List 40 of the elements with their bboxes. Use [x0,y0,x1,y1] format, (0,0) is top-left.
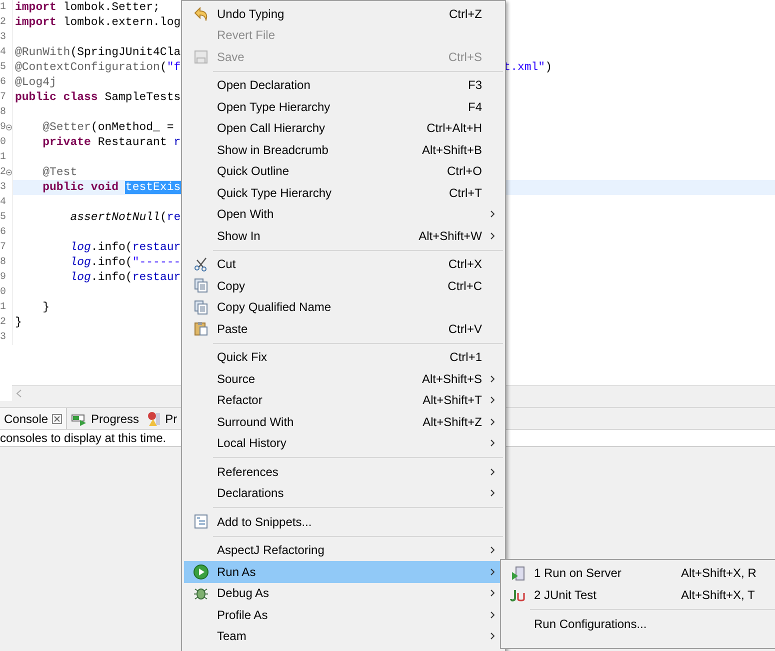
code-line: @Test [42,165,78,180]
line-number: 0 [0,288,6,298]
line-number: 7 [0,92,6,102]
line-number: 3 [0,32,6,42]
line-number: 3 [0,332,6,342]
line-number: 2 [0,168,6,178]
code-line: log.info(restaur [69,240,181,255]
line-number: 6 [0,228,6,238]
line-number: 2 [0,18,6,28]
code-line: @RunWith(SpringJUnit4Cla [15,45,181,60]
line-number: 9 [0,122,6,132]
line-number: 5 [0,62,6,72]
code-line: log.info(restaur [69,270,181,285]
line-number: 5 [0,212,6,222]
line-number: 9 [0,272,6,282]
line-number: 1 [0,2,6,12]
line-number: 7 [0,242,6,252]
code-line: } [15,315,22,330]
code-line: @Setter(onMethod_ = [42,120,174,135]
code-line: public void testExis [42,180,181,195]
code-line: @Log4j [15,75,56,90]
code-line: private Restaurant r [42,135,181,150]
code-line: } [42,300,50,315]
code-line: import lombok.extern.log [15,15,181,30]
line-number: 4 [0,198,6,208]
line-number: 8 [0,258,6,268]
line-number: 8 [0,108,6,118]
line-number: 3 [0,182,6,192]
line-number: 1 [0,152,6,162]
line-number: 0 [0,138,6,148]
line-number: 2 [0,318,6,328]
code-line: assertNotNull(re [69,210,181,225]
line-number: 6 [0,78,6,88]
console-message: consoles to display at this time. [0,430,166,447]
line-number: 1 [0,302,6,312]
code-line: import lombok.Setter; [15,0,160,15]
code-line: @ContextConfiguration("f [15,60,181,75]
code-line: public class SampleTests [15,90,181,105]
code-line: log.info("------ [69,255,181,270]
line-number: 4 [0,48,6,58]
